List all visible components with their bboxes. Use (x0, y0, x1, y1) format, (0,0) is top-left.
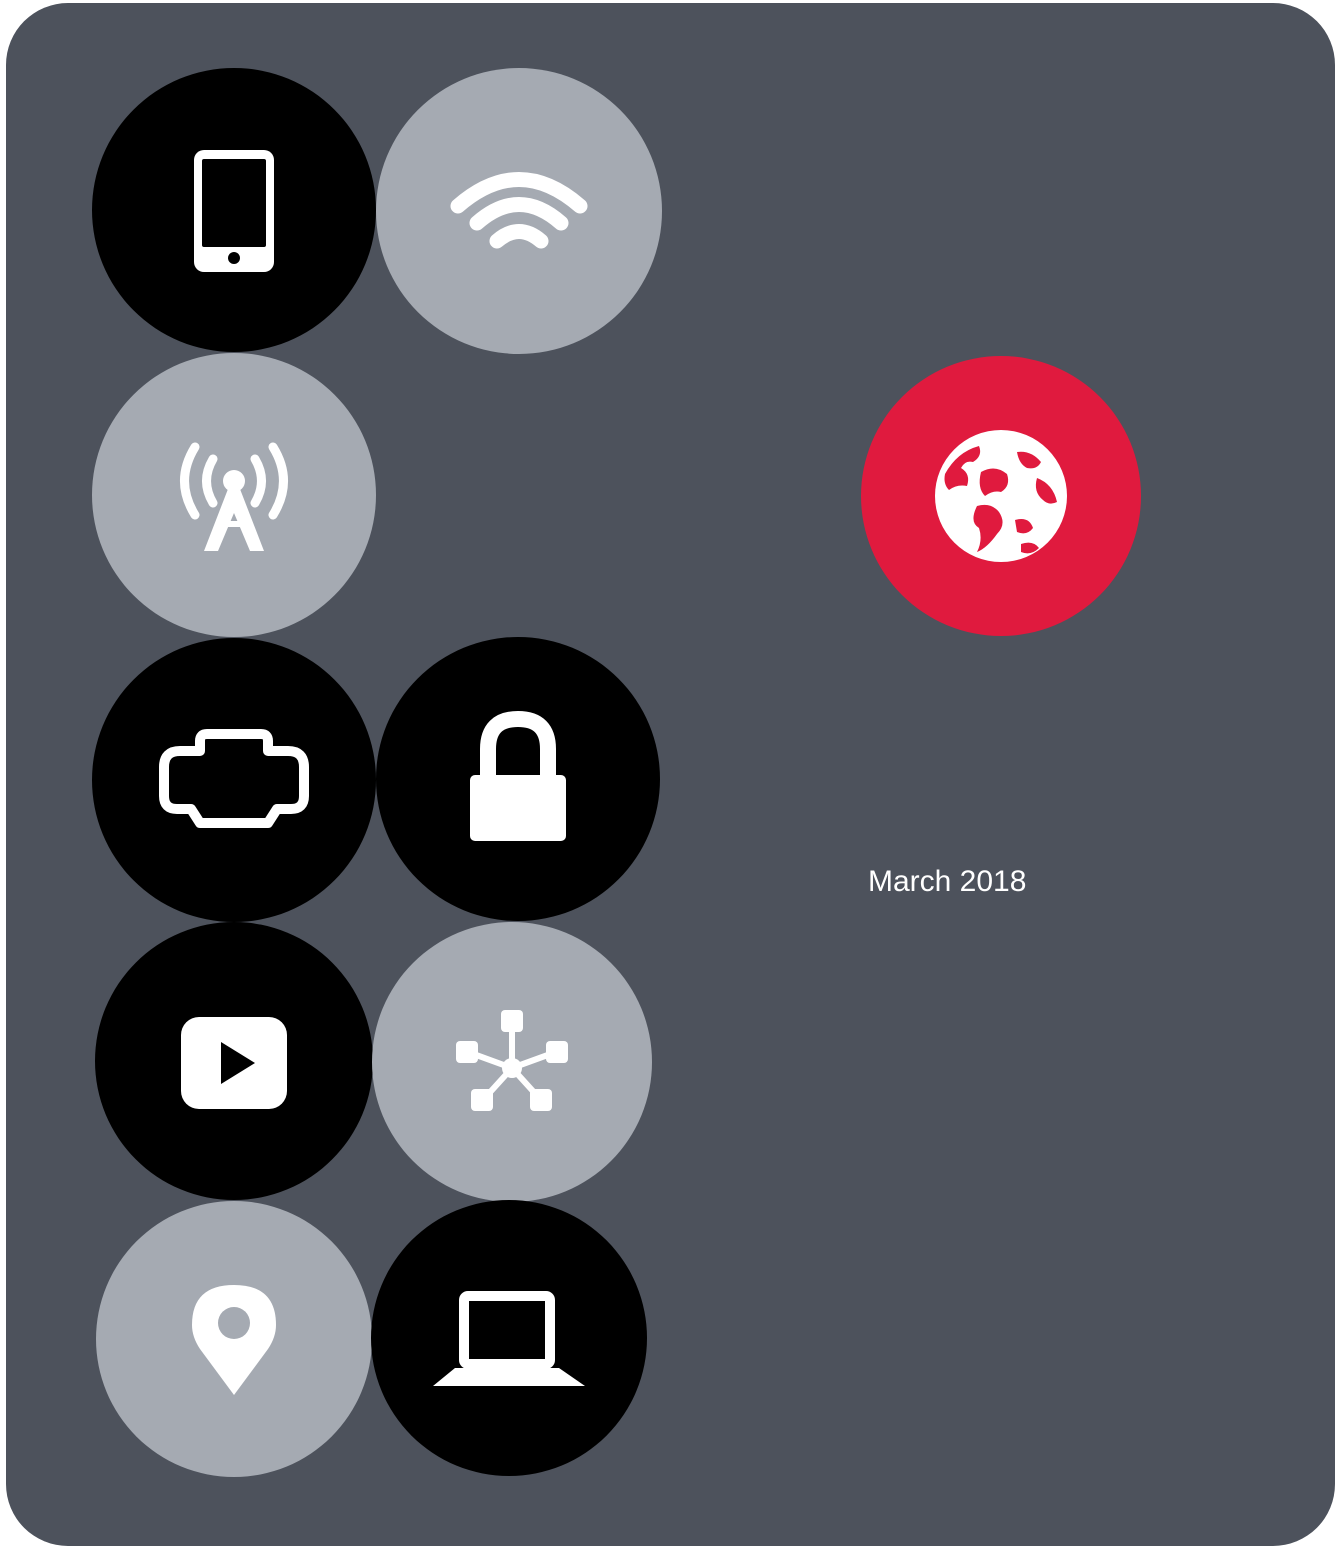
globe-icon (935, 430, 1067, 562)
network-hub-icon (456, 1010, 568, 1111)
lock-badge (376, 637, 660, 921)
connector-port-icon (159, 729, 309, 828)
network-hub-badge (372, 922, 652, 1202)
laptop-badge (371, 1200, 647, 1476)
cell-tower-badge (92, 353, 376, 637)
publication-date: March 2018 (868, 865, 1027, 898)
globe-badge (861, 356, 1141, 636)
wifi-icon (450, 172, 588, 249)
location-pin-icon (192, 1285, 276, 1395)
laptop-icon (433, 1291, 585, 1386)
wifi-badge (376, 68, 662, 354)
lock-icon (470, 710, 566, 841)
cell-tower-icon (180, 442, 288, 551)
play-icon (181, 1017, 287, 1109)
location-pin-badge (96, 1201, 372, 1477)
play-badge (95, 922, 373, 1200)
mobile-phone-badge (92, 68, 376, 352)
connector-port-badge (92, 638, 376, 922)
mobile-phone-icon (194, 150, 274, 272)
